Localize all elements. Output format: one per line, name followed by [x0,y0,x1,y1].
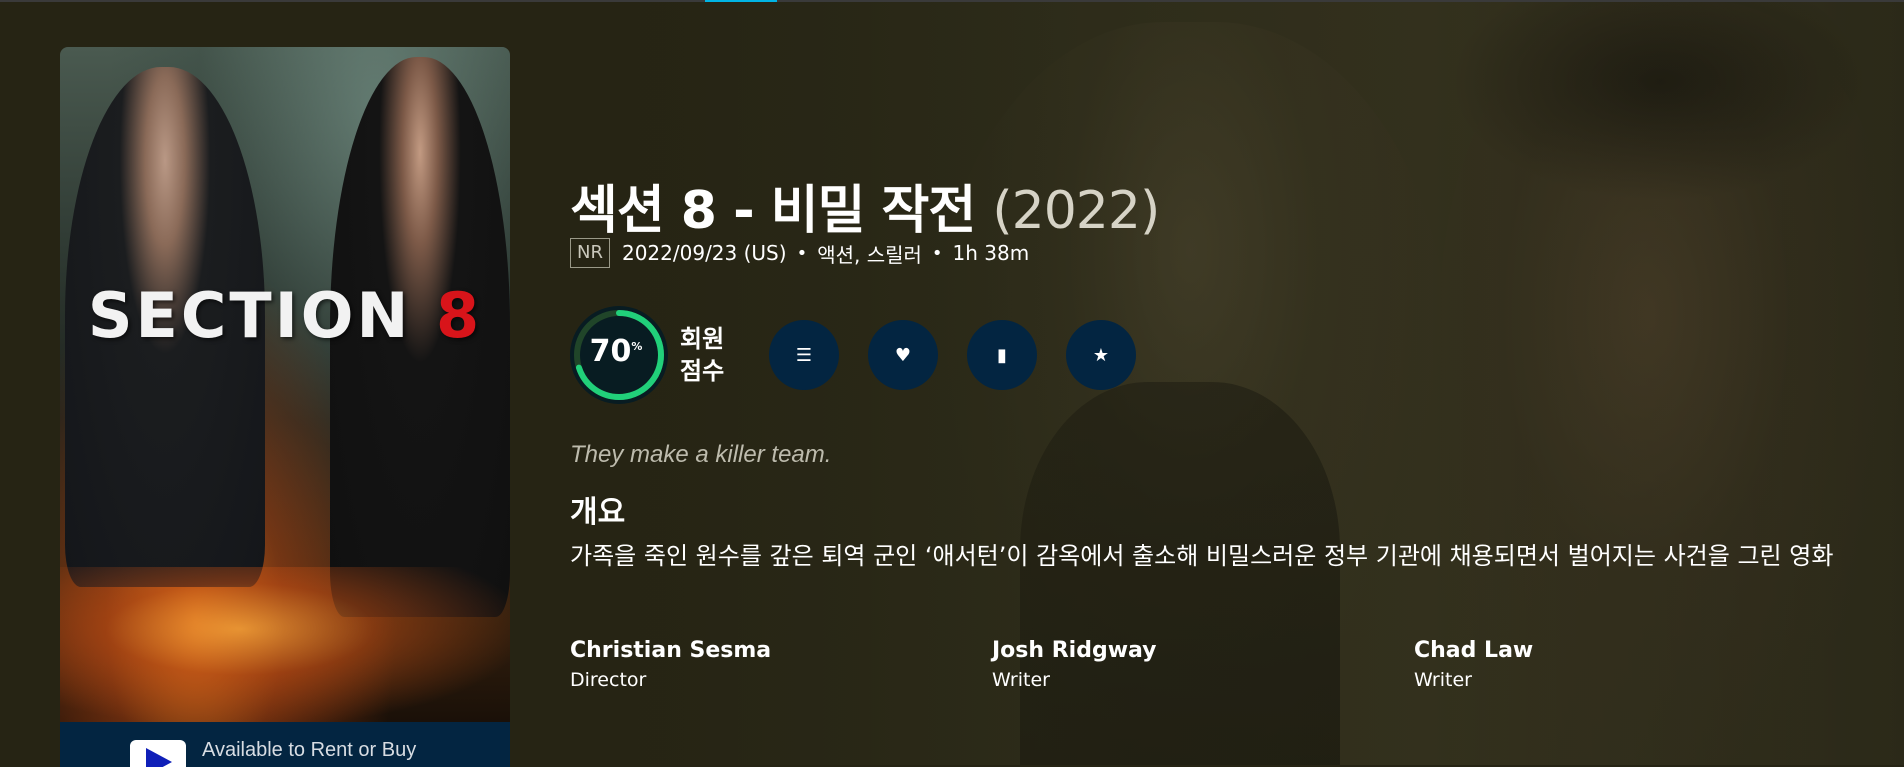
rent-buy-bar[interactable]: Available to Rent or Buy [60,722,510,767]
certification-badge: NR [570,238,610,268]
crew-name[interactable]: Josh Ridgway [992,638,1157,663]
separator-dot: • [796,242,808,264]
poster-logo-word: SECTION [87,279,412,352]
page-title: 섹션 8 - 비밀 작전 (2022) [570,168,1160,243]
watchlist-button[interactable]: ▮ [967,320,1037,390]
movie-poster[interactable]: SECTION 8 Available to Rent or Buy [60,47,510,767]
movie-title[interactable]: 섹션 8 - 비밀 작전 [570,181,976,241]
action-bar: 70% 회원 점수 ☰ ♥ ▮ ★ [570,305,1136,405]
tagline: They make a killer team. [570,441,832,468]
crew-name[interactable]: Christian Sesma [570,638,771,663]
poster-image[interactable]: SECTION 8 [60,47,510,722]
overview-heading: 개요 [570,495,626,530]
add-to-list-button[interactable]: ☰ [769,320,839,390]
star-icon: ★ [1092,344,1110,366]
poster-logo-number: 8 [435,279,483,352]
overview-text: 가족을 죽인 원수를 갚은 퇴역 군인 ‘애서턴’이 감옥에서 출소해 비밀스러… [570,542,1834,570]
crew-member: Chad Law Writer [1414,638,1533,691]
crew-member: Christian Sesma Director [570,638,771,691]
list-icon: ☰ [795,344,813,366]
favorite-button[interactable]: ♥ [868,320,938,390]
release-year: (2022) [992,181,1160,241]
play-icon [130,740,186,767]
runtime: 1h 38m [952,241,1030,265]
poster-fire [60,567,510,722]
crew-job: Writer [1414,669,1472,691]
user-score-chart[interactable]: 70% [570,306,668,404]
heart-icon: ♥ [894,344,912,366]
score-label-line2: 점수 [680,357,725,385]
rate-button[interactable]: ★ [1066,320,1136,390]
score-percent-sign: % [631,340,643,353]
bookmark-icon: ▮ [997,344,1007,366]
crew-job: Writer [992,669,1050,691]
separator-dot: • [931,242,943,264]
score-label: 회원 점수 [680,323,740,387]
genres[interactable]: 액션, 스릴러 [817,239,922,268]
crew-job: Director [570,669,647,691]
score-number: 70 [589,334,632,369]
rent-buy-label[interactable]: Available to Rent or Buy [202,739,416,762]
score-label-line1: 회원 [680,325,725,353]
poster-logo-text: SECTION 8 [60,279,510,352]
movie-facts: NR 2022/09/23 (US) • 액션, 스릴러 • 1h 38m [570,237,1029,269]
score-value: 70% [570,334,662,369]
release-date: 2022/09/23 (US) [621,241,787,265]
crew-name[interactable]: Chad Law [1414,638,1533,663]
crew-member: Josh Ridgway Writer [992,638,1157,691]
